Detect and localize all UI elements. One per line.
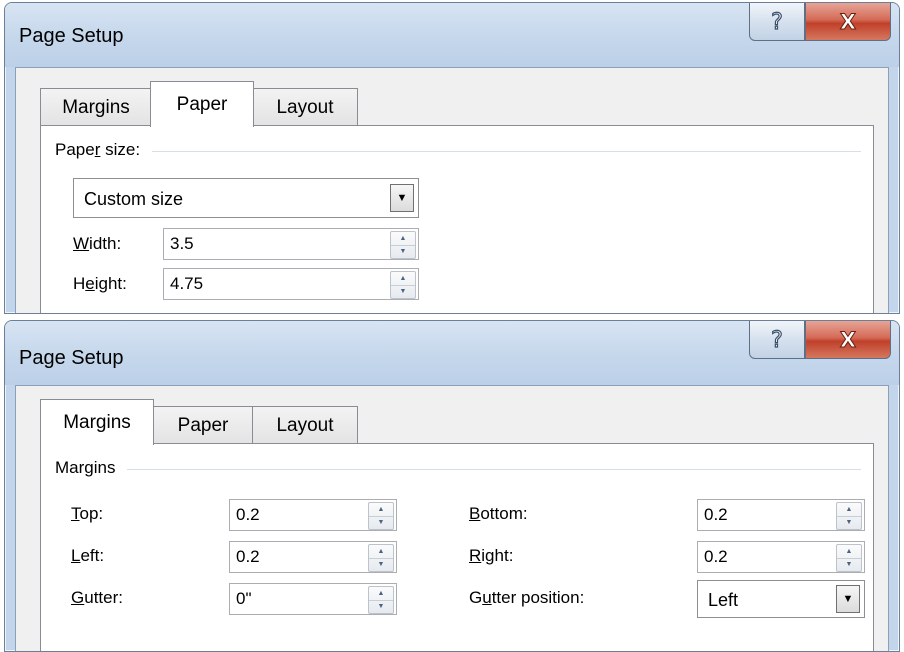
spin-buttons[interactable]: ▲ ▼	[390, 231, 416, 259]
page-setup-dialog-margins: Page Setup ? X Margins Paper Layout Marg…	[4, 320, 900, 652]
width-value: 3.5	[170, 234, 194, 253]
spin-up-icon[interactable]: ▲	[837, 545, 861, 558]
tab-margins[interactable]: Margins	[40, 399, 154, 445]
spin-up-icon[interactable]: ▲	[369, 545, 393, 558]
top-margin-value: 0.2	[236, 505, 260, 524]
spin-buttons[interactable]: ▲ ▼	[368, 544, 394, 572]
width-label: Width:	[73, 234, 122, 253]
help-button[interactable]: ?	[749, 321, 805, 359]
chevron-down-icon: ▼	[396, 192, 408, 204]
help-icon: ?	[771, 10, 784, 34]
spin-buttons[interactable]: ▲ ▼	[368, 502, 394, 530]
height-value: 4.75	[170, 274, 204, 293]
tab-layout[interactable]: Layout	[252, 88, 358, 126]
spin-up-icon[interactable]: ▲	[391, 272, 415, 285]
spin-up-icon[interactable]: ▲	[369, 503, 393, 516]
paper-size-value: Custom size	[84, 189, 184, 209]
left-label: Left:	[71, 546, 105, 565]
svg-text:X: X	[840, 10, 856, 34]
close-button[interactable]: X	[805, 321, 891, 359]
spin-up-icon[interactable]: ▲	[391, 232, 415, 245]
bottom-margin-spinner[interactable]: 0.2 ▲ ▼	[697, 499, 865, 531]
margins-tab-panel: Margins Top: 0.2 ▲ ▼ Left: 0.2 ▲ ▼ Gutter:…	[40, 443, 874, 651]
dropdown-button[interactable]: ▼	[390, 184, 414, 212]
spin-up-icon[interactable]: ▲	[369, 587, 393, 600]
spin-buttons[interactable]: ▲ ▼	[390, 271, 416, 299]
close-button[interactable]: X	[805, 3, 891, 41]
page-setup-dialog-paper: Page Setup ? X Margins Paper Layout Pape…	[4, 2, 900, 314]
paper-size-label: Paper size:	[55, 140, 153, 160]
title-bar: Page Setup ? X	[5, 321, 899, 385]
group-divider	[61, 151, 861, 152]
gutter-position-select[interactable]: Left ▼	[697, 580, 865, 618]
spin-down-icon[interactable]: ▼	[369, 515, 393, 530]
title-bar: Page Setup ? X	[5, 3, 899, 67]
bottom-label: Bottom:	[469, 504, 528, 523]
dialog-title: Page Setup	[19, 25, 124, 47]
spin-down-icon[interactable]: ▼	[391, 244, 415, 259]
tab-paper[interactable]: Paper	[152, 406, 254, 444]
spin-buttons[interactable]: ▲ ▼	[368, 586, 394, 614]
svg-text:?: ?	[771, 328, 783, 352]
width-spinner[interactable]: 3.5 ▲ ▼	[163, 228, 419, 260]
spin-up-icon[interactable]: ▲	[837, 503, 861, 516]
dropdown-button[interactable]: ▼	[836, 585, 860, 613]
top-margin-spinner[interactable]: 0.2 ▲ ▼	[229, 499, 397, 531]
spin-down-icon[interactable]: ▼	[391, 284, 415, 299]
bottom-margin-value: 0.2	[704, 505, 728, 524]
spin-buttons[interactable]: ▲ ▼	[836, 502, 862, 530]
spin-down-icon[interactable]: ▼	[369, 599, 393, 614]
tab-layout[interactable]: Layout	[252, 406, 358, 444]
close-icon: X	[839, 328, 856, 352]
top-label: Top:	[71, 504, 104, 523]
gutter-value: 0"	[236, 589, 252, 608]
paper-size-select[interactable]: Custom size ▼	[73, 178, 419, 218]
gutter-position-value: Left	[708, 590, 739, 610]
help-icon: ?	[771, 328, 784, 352]
spin-buttons[interactable]: ▲ ▼	[836, 544, 862, 572]
left-margin-spinner[interactable]: 0.2 ▲ ▼	[229, 541, 397, 573]
svg-text:?: ?	[771, 10, 783, 34]
gutter-position-label: Gutter position:	[469, 588, 585, 607]
spin-down-icon[interactable]: ▼	[837, 515, 861, 530]
group-divider	[61, 469, 861, 470]
help-button[interactable]: ?	[749, 3, 805, 41]
dialog-client-area: Margins Paper Layout Margins Top: 0.2 ▲ ▼…	[15, 385, 889, 651]
right-margin-spinner[interactable]: 0.2 ▲ ▼	[697, 541, 865, 573]
svg-text:X: X	[840, 328, 856, 352]
gutter-spinner[interactable]: 0" ▲ ▼	[229, 583, 397, 615]
right-margin-value: 0.2	[704, 547, 728, 566]
right-label: Right:	[469, 546, 514, 565]
height-label: Height:	[73, 274, 127, 293]
spin-down-icon[interactable]: ▼	[837, 557, 861, 572]
gutter-label: Gutter:	[71, 588, 123, 607]
paper-tab-panel: Paper size: Custom size ▼ Width: 3.5 ▲ ▼ …	[40, 125, 874, 313]
tab-margins[interactable]: Margins	[40, 88, 152, 126]
tab-paper[interactable]: Paper	[150, 81, 254, 127]
spin-down-icon[interactable]: ▼	[369, 557, 393, 572]
dialog-client-area: Margins Paper Layout Paper size: Custom …	[15, 67, 889, 313]
close-icon: X	[839, 10, 856, 34]
margins-group-label: Margins	[55, 458, 128, 478]
height-spinner[interactable]: 4.75 ▲ ▼	[163, 268, 419, 300]
left-margin-value: 0.2	[236, 547, 260, 566]
dialog-title: Page Setup	[19, 347, 124, 369]
chevron-down-icon: ▼	[842, 593, 854, 605]
